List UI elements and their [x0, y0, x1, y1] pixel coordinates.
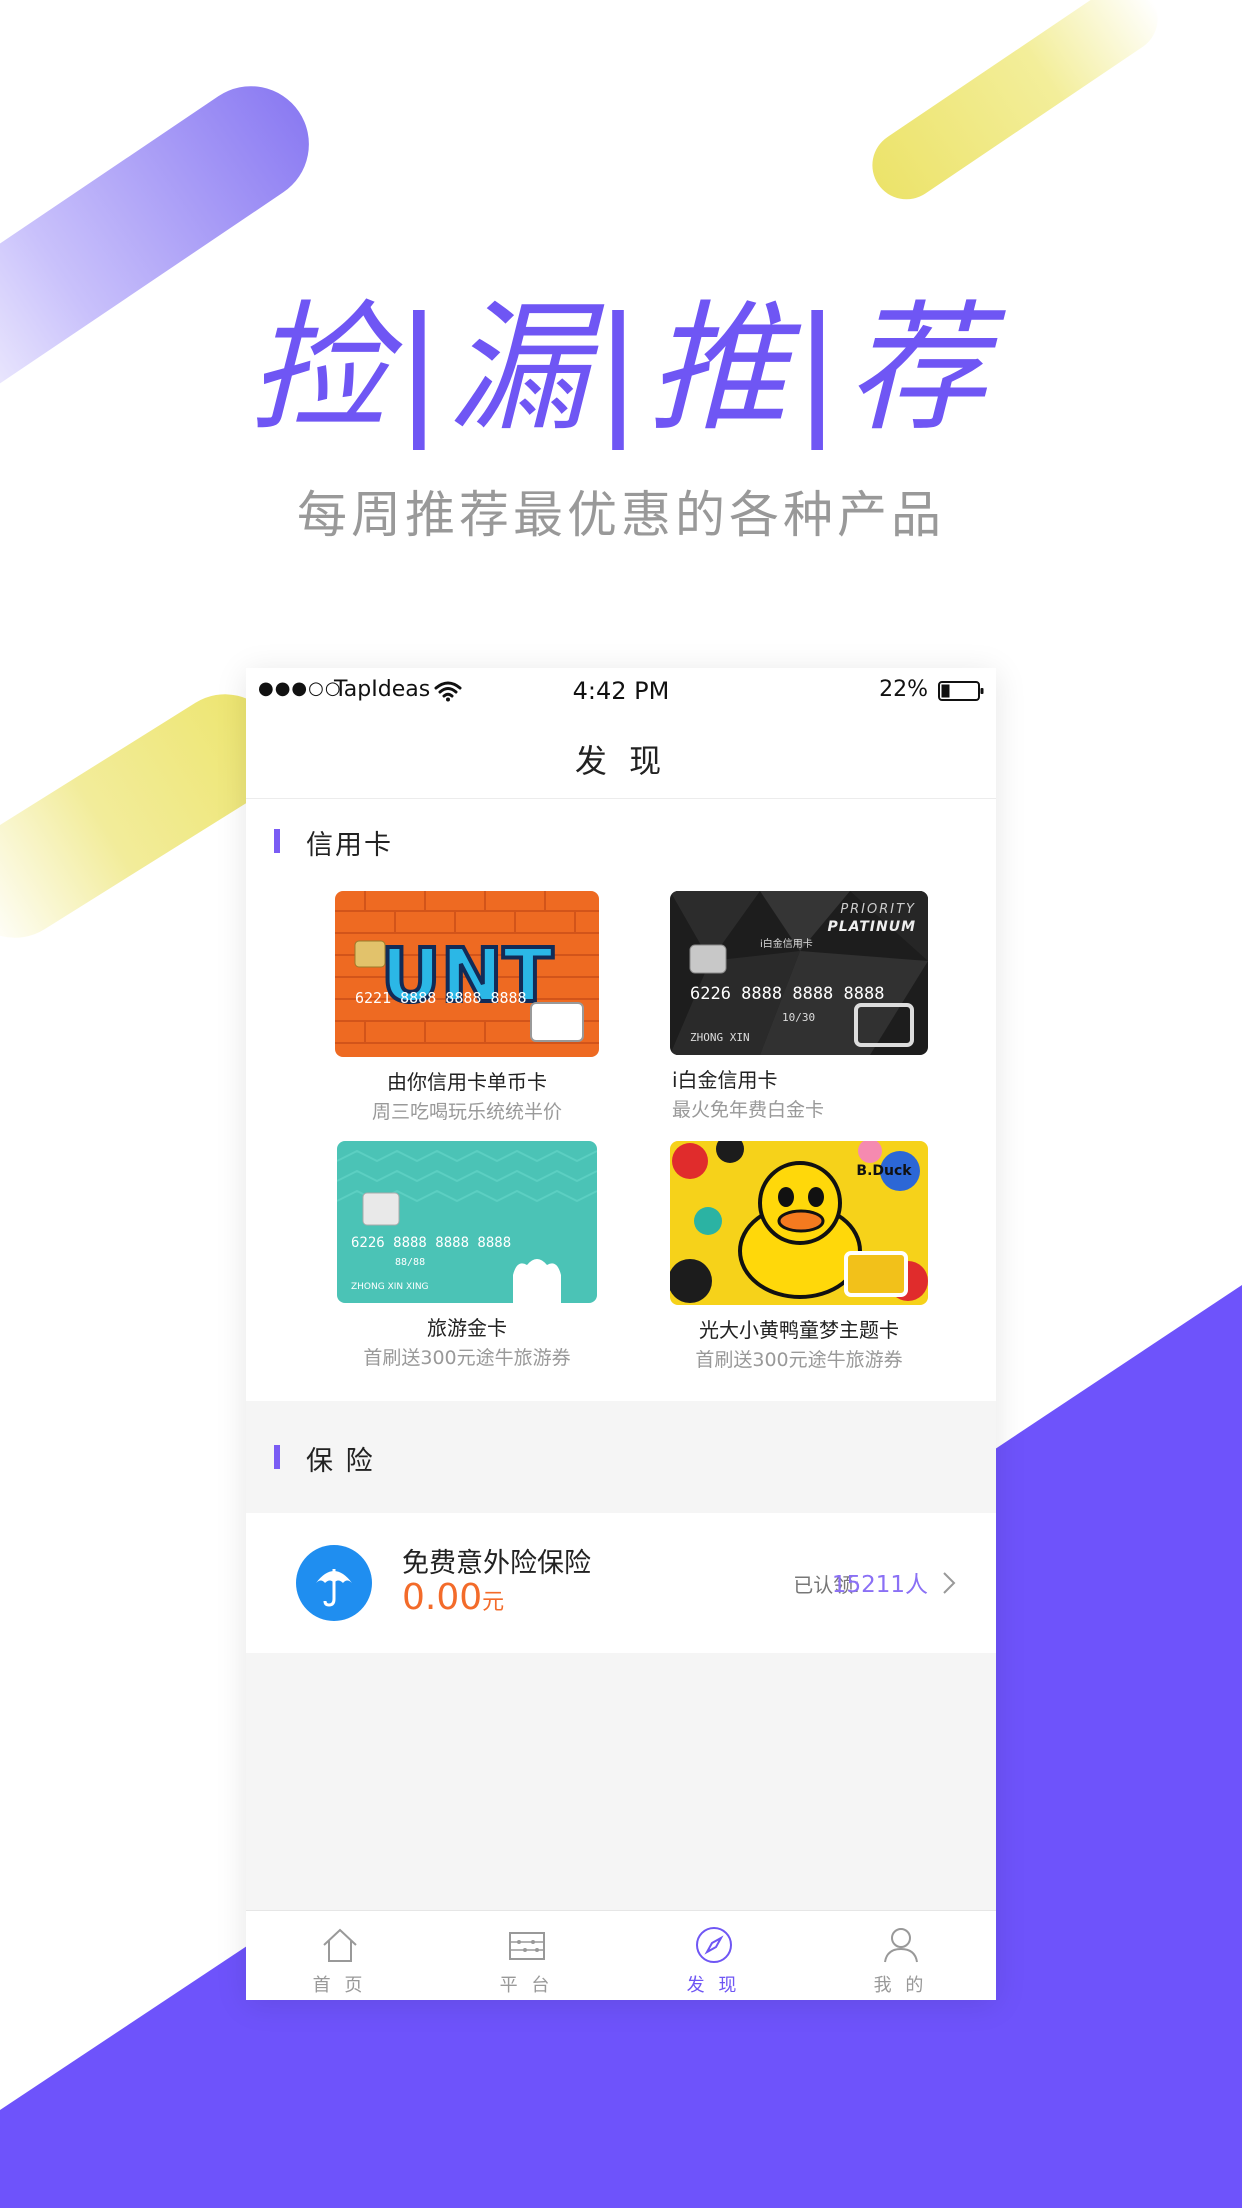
card-image-duck: B.Duck [670, 1141, 928, 1305]
card-desc: 最火免年费白金卡 [672, 1099, 825, 1121]
card-name: 由你信用卡单币卡 [387, 1070, 547, 1094]
card-holder-travel: ZHONG XIN XING [351, 1282, 429, 1292]
card-image-travel: 6226 8888 8888 8888 88/88 ZHONG XIN XING [337, 1141, 597, 1303]
card-brand-platinum: PLATINUM [828, 919, 916, 935]
card-desc: 首刷送300元途牛旅游券 [695, 1349, 903, 1371]
credit-card-section: 信用卡 UNT 6221 8888 8888 8888 由你信用卡单币卡 周三吃… [246, 799, 996, 1401]
card-brand-bduck: B.Duck [856, 1163, 912, 1179]
battery-icon [938, 681, 984, 701]
card-number-youni: 6221 8888 8888 8888 [355, 989, 527, 1007]
card-name: 旅游金卡 [427, 1316, 507, 1340]
insurance-price-value: 0.00 [402, 1577, 483, 1618]
card-image-youni: UNT 6221 8888 8888 8888 [335, 891, 599, 1057]
card-item-travel[interactable]: 6226 8888 8888 8888 88/88 ZHONG XIN XING… [302, 1141, 632, 1371]
decorative-yellow-stripe-top [859, 0, 1171, 213]
card-label-platinum: i白金信用卡 [760, 937, 813, 950]
section-accent-bar [274, 829, 280, 853]
card-name: 光大小黄鸭童梦主题卡 [699, 1318, 899, 1342]
claim-count: 15211人 [831, 1572, 928, 1598]
chevron-right-icon [943, 1572, 956, 1594]
user-icon [884, 1928, 918, 1963]
insurance-item[interactable]: 免费意外险保险 0.00元 已认领: 15211人 [246, 1513, 996, 1653]
card-item-youni[interactable]: UNT 6221 8888 8888 8888 由你信用卡单币卡 周三吃喝玩乐统… [302, 891, 632, 1125]
insurance-section-header: 保 险 [246, 1401, 996, 1513]
card-brand-priority: PRIORITY [840, 902, 916, 917]
battery-percent: 22% [879, 677, 928, 702]
status-bar: ●●●○○ TapIdeas 4:42 PM 22% [246, 668, 996, 714]
tab-bar: 首 页 平 台 发 现 我 的 [246, 1910, 996, 2000]
insurance-name: 免费意外险保险 [402, 1548, 591, 1579]
card-item-duck[interactable]: B.Duck 光大小黄鸭童梦主题卡 首刷送300元途牛旅游券 [634, 1141, 964, 1373]
tab-label: 平 台 [499, 1975, 554, 1996]
tab-home[interactable]: 首 页 [246, 1911, 433, 2000]
tab-profile[interactable]: 我 的 [807, 1911, 994, 2000]
tab-discover[interactable]: 发 现 [620, 1911, 807, 2000]
card-desc: 周三吃喝玩乐统统半价 [371, 1101, 562, 1123]
compass-icon [696, 1927, 732, 1963]
abacus-icon [509, 1932, 545, 1960]
card-number-travel: 6226 8888 8888 8888 [351, 1235, 511, 1251]
tab-platform[interactable]: 平 台 [433, 1911, 620, 2000]
insurance-price-unit: 元 [482, 1590, 505, 1615]
card-desc: 首刷送300元途牛旅游券 [363, 1347, 571, 1369]
card-expiry-travel: 88/88 [395, 1257, 425, 1268]
card-image-platinum: PRIORITY PLATINUM i白金信用卡 6226 8888 8888 … [670, 891, 928, 1055]
card-name: i白金信用卡 [672, 1068, 778, 1092]
home-icon [323, 1928, 357, 1962]
section-accent-bar [274, 1445, 280, 1469]
phone-screen: ●●●○○ TapIdeas 4:42 PM 22% 发 现 信用卡 UNT 6… [246, 668, 996, 2000]
card-expiry-platinum: 10/30 [782, 1011, 815, 1024]
navigation-bar: 发 现 [246, 714, 996, 799]
tab-label: 发 现 [686, 1975, 741, 1996]
insurance-price: 0.00元 [402, 1577, 504, 1618]
section-title-credit-card: 信用卡 [306, 830, 393, 861]
card-holder-platinum: ZHONG XIN [690, 1031, 750, 1044]
section-title-insurance: 保 险 [306, 1446, 375, 1477]
card-number-platinum: 6226 8888 8888 8888 [690, 984, 884, 1004]
umbrella-icon [296, 1545, 372, 1621]
promo-headline: 捡|漏|推|荐 [249, 288, 993, 451]
tab-label: 我 的 [873, 1975, 928, 1996]
tab-label: 首 页 [312, 1975, 367, 1996]
card-item-platinum[interactable]: PRIORITY PLATINUM i白金信用卡 6226 8888 8888 … [634, 891, 964, 1123]
promo-subheadline: 每周推荐最优惠的各种产品 [297, 486, 945, 544]
page-title: 发 现 [574, 742, 668, 780]
